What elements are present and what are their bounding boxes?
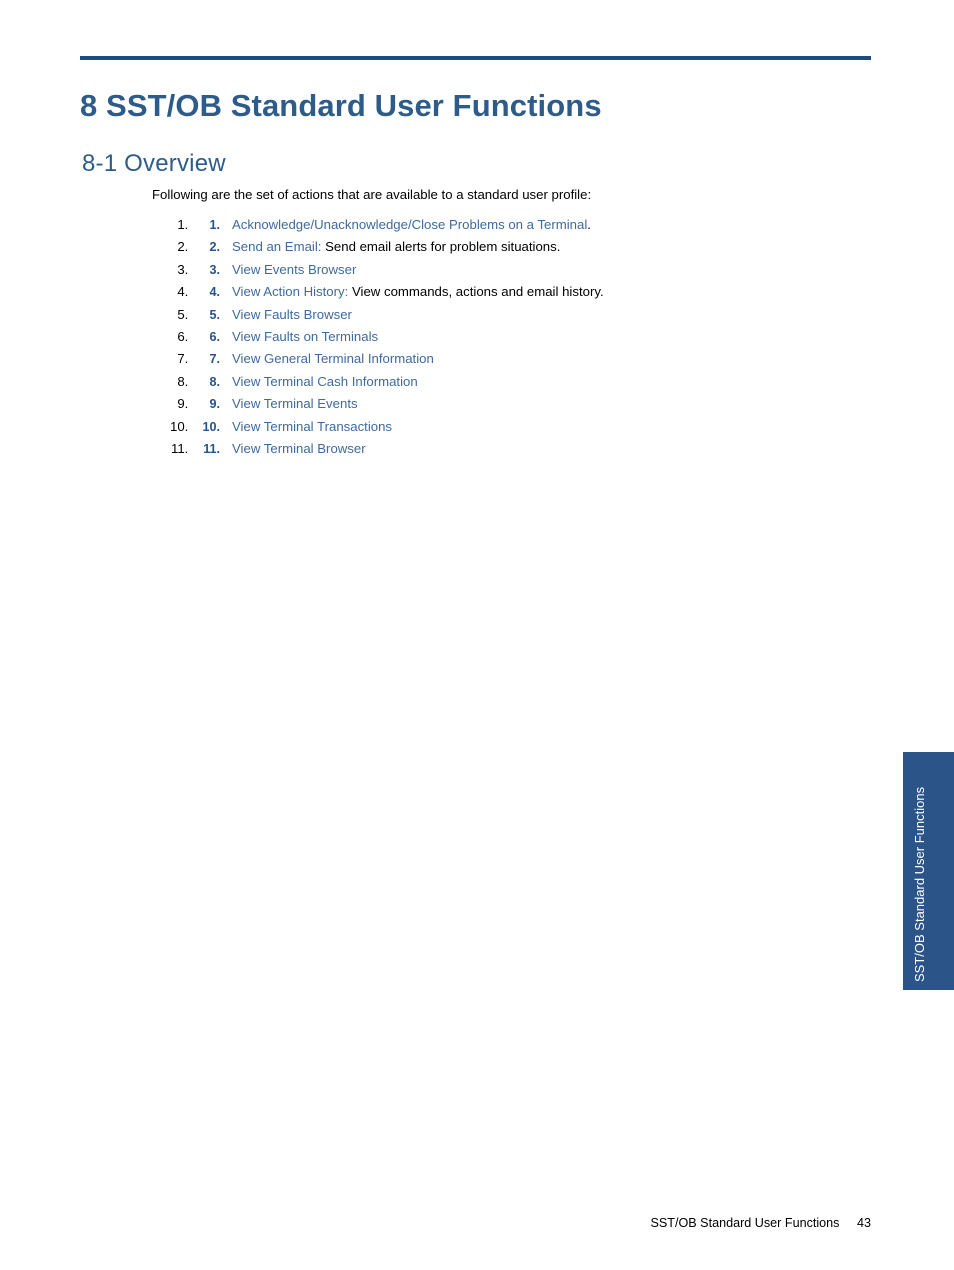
list-item-number: 11. [203,442,220,457]
list-item: 4. View Action History: View commands, ac… [192,281,912,303]
list-item-link[interactable]: View Terminal Transactions [232,419,392,434]
chapter-thumb-tab-label: SST/OB Standard User Functions [912,786,927,982]
list-item: 2. Send an Email: Send email alerts for p… [192,236,912,258]
list-item: 6. View Faults on Terminals [192,326,912,348]
footer-page-number: 43 [856,1216,871,1230]
document-page: 8 SST/OB Standard User Functions 8-1 Ove… [0,0,954,1270]
standard-user-actions-list: 1. Acknowledge/Unacknowledge/Close Proble… [152,214,912,460]
list-item-number: 8. [209,374,220,389]
list-item-description: View commands, actions and email history… [348,284,604,300]
page-title: 8 SST/OB Standard User Functions [80,87,602,123]
list-item-number: 6. [209,330,220,345]
list-item: 10. View Terminal Transactions [192,416,912,438]
list-item-number: 5. [209,307,220,322]
list-item-description: . [587,217,591,232]
header-rule [80,56,871,60]
list-item: 3. View Events Browser [192,259,912,281]
footer-title: SST/OB Standard User Functions [650,1216,840,1230]
list-item-number: 9. [209,397,220,412]
list-item-number: 7. [209,352,220,367]
list-item: 1. Acknowledge/Unacknowledge/Close Proble… [192,214,912,236]
list-item-number: 10. [202,419,220,434]
page-footer: SST/OB Standard User Functions 43 [171,1216,871,1230]
list-item-link[interactable]: View Terminal Cash Information [232,374,418,389]
list-item: 9. View Terminal Events [192,393,912,415]
list-item-link[interactable]: View Terminal Browser [232,441,366,456]
list-item-number: 3. [209,262,220,277]
list-item: 11. View Terminal Browser [192,438,912,460]
list-item-link[interactable]: View Faults on Terminals [232,329,378,344]
section-intro-text: Following are the set of actions that ar… [152,187,592,203]
list-item-number: 4. [209,285,220,300]
list-item-link[interactable]: View General Terminal Information [232,351,434,366]
list-item-description: Send email alerts for problem situations… [321,239,561,255]
list-item: 8. View Terminal Cash Information [192,371,912,393]
list-item: 7. View General Terminal Information [192,348,912,370]
list-item-number: 2. [209,240,220,255]
chapter-thumb-tab: SST/OB Standard User Functions [903,752,954,990]
list-item: 5. View Faults Browser [192,304,912,326]
list-item-number: 1. [209,218,220,232]
list-item-link[interactable]: View Action History: [232,284,348,299]
list-item-link[interactable]: View Events Browser [232,262,356,277]
section-heading: 8-1 Overview [82,149,226,177]
list-item-link[interactable]: View Faults Browser [232,307,352,322]
list-item-link[interactable]: Acknowledge/Unacknowledge/Close Problems… [232,217,587,232]
list-item-link[interactable]: Send an Email: [232,239,321,254]
list-item-link[interactable]: View Terminal Events [232,396,358,411]
